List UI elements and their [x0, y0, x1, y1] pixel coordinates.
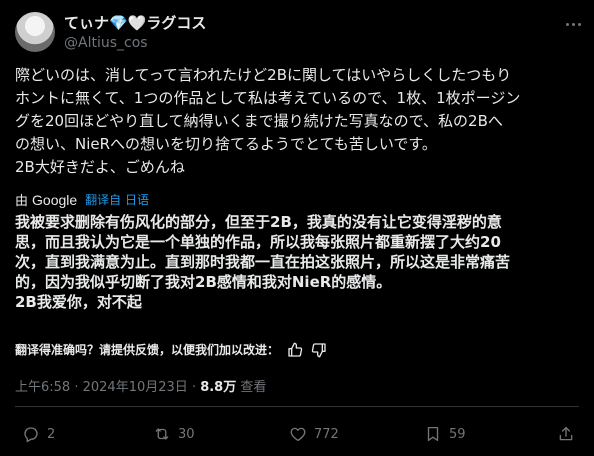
reply-count: 2 [47, 426, 56, 442]
translated-line: 我被要求删除有伤风化的部分，但至于2B，我真的没有让它变得淫秽的意 [15, 213, 502, 231]
bookmark-icon [427, 426, 439, 442]
repost-icon [155, 428, 169, 440]
author-handle[interactable]: @Altius_cos [64, 35, 148, 51]
translated-line: 2B我爱你，对不起 [15, 293, 142, 311]
share-button[interactable] [557, 425, 575, 443]
more-icon [564, 22, 582, 26]
like-icon [290, 427, 306, 442]
bookmark-button[interactable]: 59 [424, 425, 466, 443]
translation-prefix: 由 [15, 194, 29, 209]
like-count: 772 [314, 426, 339, 442]
reply-button[interactable]: 2 [22, 425, 55, 443]
translation-attribution: 由 Google 翻译自 日语 [15, 190, 149, 210]
more-options-button[interactable] [563, 14, 583, 34]
post-text-line: の想い、NieRへの想いを切り捨てるようでとても苦しいです。 [15, 135, 437, 153]
post-text-line: 2B大好きだよ、ごめんね [15, 158, 185, 176]
views-label: 查看 [236, 380, 267, 395]
feedback-question: 翻译得准确吗？请提供反馈，以便我们加以改进： [15, 343, 280, 357]
google-logo: Google [32, 191, 78, 208]
post-text-line: 際どいのは、消してって言われたけど2Bに関してはいやらしくしたつもり [15, 66, 512, 84]
translated-line: 次，直到我满意为止。直到那时我都一直在拍这张照片，所以这是非常痛苦 [15, 253, 511, 271]
thumbs-down-icon[interactable] [311, 342, 327, 358]
share-icon [559, 426, 573, 441]
avatar[interactable] [15, 12, 55, 52]
repost-button[interactable]: 30 [153, 425, 195, 443]
post-actions: 2 30 772 59 [0, 414, 594, 454]
translation-source-language[interactable]: 翻译自 日语 [85, 191, 149, 208]
divider [15, 406, 579, 407]
post-date[interactable]: 2024年10月23日 [83, 380, 188, 395]
post-text-original: 際どいのは、消してって言われたけど2Bに関してはいやらしくしたつもり ホントに無… [15, 64, 585, 179]
translation-feedback: 翻译得准确吗？请提供反馈，以便我们加以改进： [15, 341, 327, 358]
post-text-line: グを20回ほどやり直して納得いくまで撮り続けた写真なので、私の2Bへ [15, 112, 503, 130]
translated-line: 思，而且我认为它是一个单独的作品，所以我每张照片都重新摆了大约20 [15, 233, 501, 251]
repost-count: 30 [178, 426, 195, 442]
bookmark-count: 59 [449, 426, 466, 442]
views-count: 8.8万 [200, 380, 237, 395]
post-time[interactable]: 上午6:58 [15, 380, 70, 395]
thumbs-up-icon[interactable] [287, 342, 303, 358]
reply-icon [24, 427, 38, 443]
post-text-translated: 我被要求删除有伤风化的部分，但至于2B，我真的没有让它变得淫秽的意 思，而且我认… [15, 212, 585, 312]
like-button[interactable]: 772 [289, 425, 339, 443]
translated-line: 的，因为我似乎切断了我对2B感情和我对NieR的感情。 [15, 273, 392, 291]
post-meta: 上午6:58 · 2024年10月23日 · 8.8万 查看 [15, 380, 267, 395]
author-display-name[interactable]: てぃナ💎🤍ラグコス [64, 12, 206, 33]
post-text-line: ホントに無くて、1つの作品として私は考えているので、1枚、1枚ポージン [15, 89, 521, 107]
